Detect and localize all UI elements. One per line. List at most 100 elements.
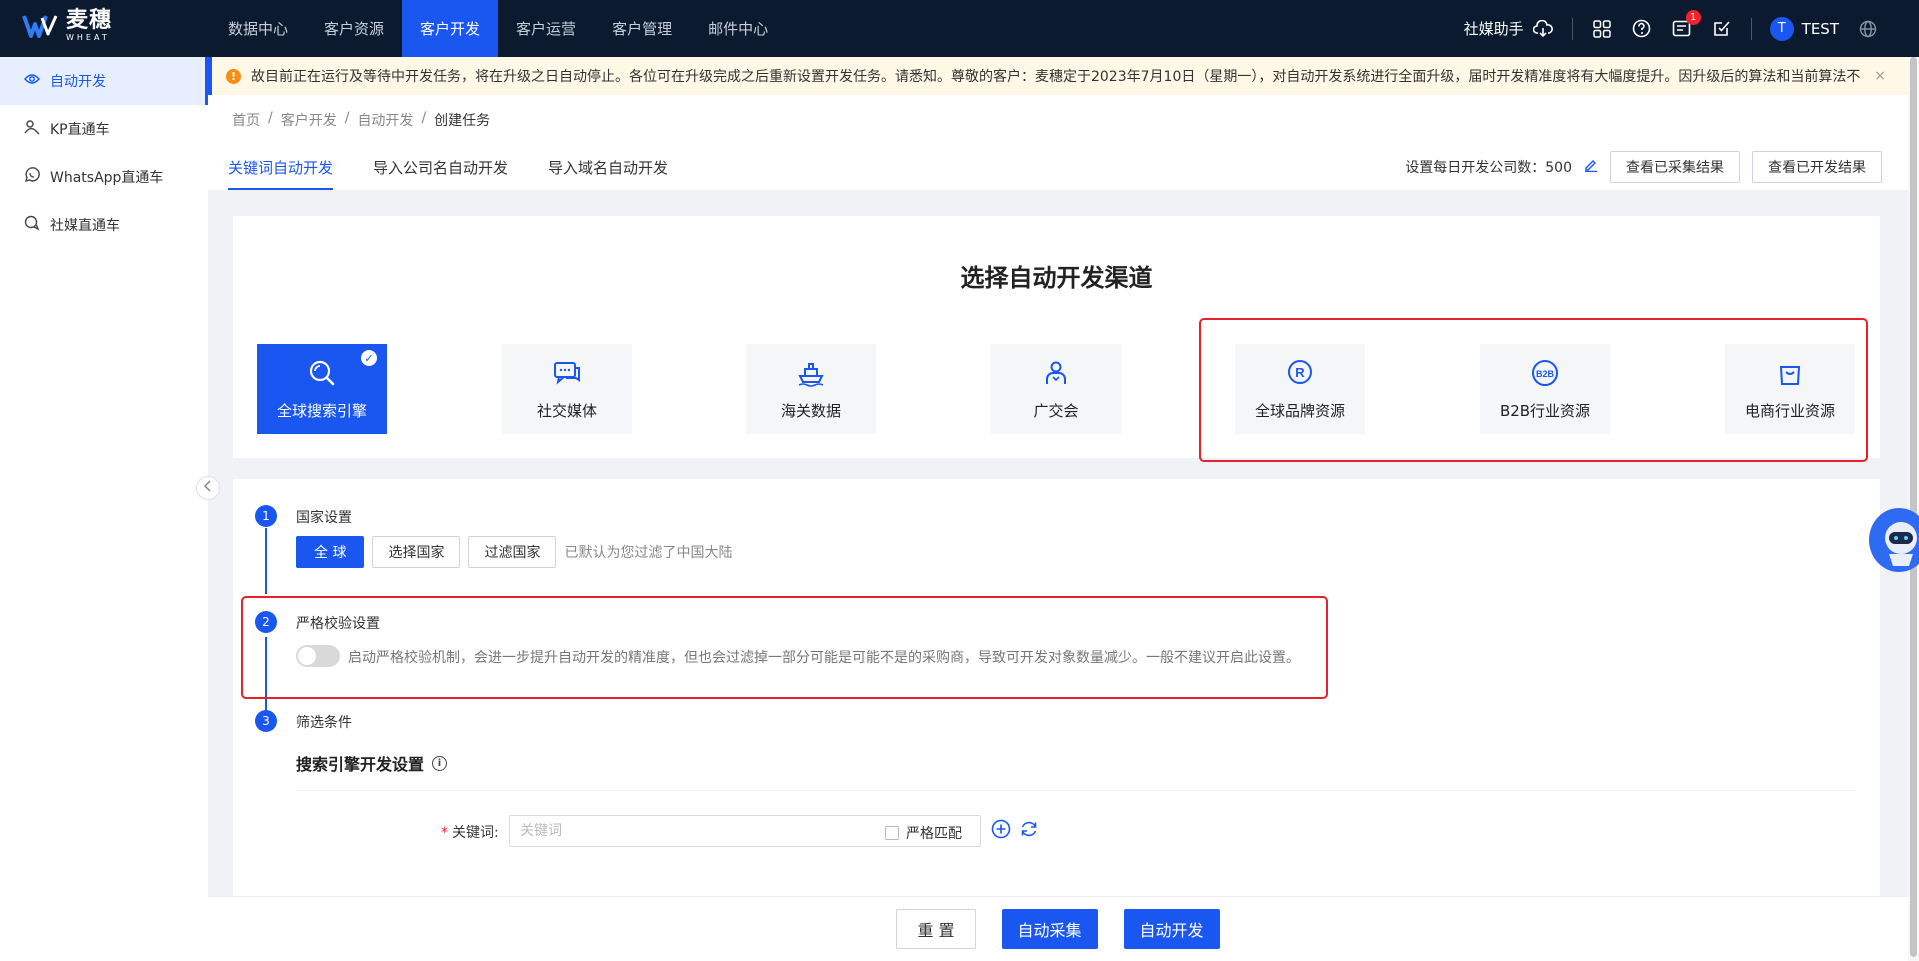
edit-check-icon[interactable] <box>1711 18 1733 40</box>
channel-customs-data[interactable]: 海关数据 <box>746 344 876 434</box>
channel-label: 全球搜索引擎 <box>276 401 367 420</box>
apps-grid-icon[interactable] <box>1591 18 1613 40</box>
view-collected-results-button[interactable]: 查看已采集结果 <box>1610 151 1740 183</box>
notice-text: 故目前正在运行及等待中开发任务，将在升级之日自动停止。各位可在升级完成之后重新设… <box>251 69 1861 85</box>
nav-item-customer-management[interactable]: 客户管理 <box>594 0 690 57</box>
strict-match-label: 严格匹配 <box>906 826 962 842</box>
edit-pencil-icon[interactable] <box>1584 158 1598 176</box>
radar-icon <box>24 71 40 91</box>
section-divider <box>296 790 1856 791</box>
channel-social-media[interactable]: 社交媒体 <box>502 344 632 434</box>
person-search-icon <box>24 119 40 139</box>
whatsapp-icon <box>24 167 40 187</box>
sidebar: 自动开发 KP直通车 WhatsApp直通车 社媒直通车 <box>0 57 208 961</box>
search-engine-settings-title: 搜索引擎开发设置 i <box>296 751 448 775</box>
avatar: T <box>1769 16 1794 41</box>
sidebar-item-whatsapp-express[interactable]: WhatsApp直通车 <box>0 153 208 201</box>
highlight-box-channels <box>1199 318 1868 462</box>
step-label-filter: 筛选条件 <box>296 715 352 731</box>
tab-import-company-auto-dev[interactable]: 导入公司名自动开发 <box>373 157 508 190</box>
channel-label: 社交媒体 <box>536 401 597 420</box>
user-menu[interactable]: T TEST <box>1769 16 1839 41</box>
dev-mode-tabs: 关键词自动开发 导入公司名自动开发 导入域名自动开发 <box>228 157 668 190</box>
select-country-button[interactable]: 选择国家 <box>372 536 461 568</box>
step-number: 1 <box>255 505 277 527</box>
top-nav-bar: 麦穗 WHEAT 数据中心 客户资源 客户开发 客户运营 客户管理 邮件中心 社… <box>0 0 1919 57</box>
check-icon: ✓ <box>361 350 377 366</box>
auto-develop-button[interactable]: 自动开发 <box>1123 909 1220 949</box>
refresh-icon[interactable] <box>1019 819 1039 843</box>
nav-item-data-center[interactable]: 数据中心 <box>210 0 306 57</box>
close-icon[interactable]: × <box>1874 68 1886 84</box>
help-icon[interactable] <box>1631 18 1653 40</box>
search-engine-icon <box>307 358 337 392</box>
username: TEST <box>1801 19 1839 38</box>
keyword-actions <box>991 819 1039 843</box>
social-chat-icon <box>552 358 582 392</box>
search-engine-settings-label: 搜索引擎开发设置 <box>296 755 425 774</box>
logo-text: 麦穗 <box>66 8 113 33</box>
tab-keyword-auto-dev[interactable]: 关键词自动开发 <box>228 157 334 190</box>
sidebar-collapse-button[interactable] <box>196 476 220 500</box>
daily-count-label: 设置每日开发公司数： <box>1405 160 1546 176</box>
globe-icon[interactable] <box>1857 18 1879 40</box>
warning-icon: ! <box>226 68 241 84</box>
channel-canton-fair[interactable]: 广交会 <box>991 344 1121 434</box>
step-number: 3 <box>255 710 277 732</box>
bottom-action-bar: 重 置 自动采集 自动开发 <box>208 896 1908 961</box>
channel-global-search-engine[interactable]: ✓ 全球搜索引擎 <box>257 344 387 434</box>
keyword-label: * 关键词: <box>441 822 499 842</box>
logo[interactable]: 麦穗 WHEAT <box>22 10 112 42</box>
filter-country-button[interactable]: 过滤国家 <box>468 536 557 568</box>
tab-import-domain-auto-dev[interactable]: 导入域名自动开发 <box>548 157 668 190</box>
cloud-download-icon <box>1532 18 1554 40</box>
sidebar-item-auto-development[interactable]: 自动开发 <box>0 57 208 105</box>
nav-item-customer-resources[interactable]: 客户资源 <box>306 0 402 57</box>
required-asterisk: * <box>441 825 448 841</box>
breadcrumb-item[interactable]: 客户开发 <box>281 110 337 130</box>
add-circle-icon[interactable] <box>991 819 1011 843</box>
breadcrumb-separator: / <box>268 110 273 126</box>
channel-label: 海关数据 <box>780 401 841 420</box>
notification-badge: 1 <box>1685 9 1701 25</box>
sidebar-item-kp-express[interactable]: KP直通车 <box>0 105 208 153</box>
step-label-country: 国家设置 <box>296 510 352 526</box>
channel-label: 广交会 <box>1033 401 1079 420</box>
social-assistant-button[interactable]: 社媒助手 <box>1464 18 1554 40</box>
main-nav: 数据中心 客户资源 客户开发 客户运营 客户管理 邮件中心 <box>210 0 786 57</box>
country-filter-hint: 已默认为您过滤了中国大陆 <box>564 545 733 561</box>
breadcrumb: 首页 / 客户开发 / 自动开发 / 创建任务 <box>232 110 490 130</box>
nav-item-mail-center[interactable]: 邮件中心 <box>690 0 786 57</box>
country-settings-row: 全 球 选择国家 过滤国家 已默认为您过滤了中国大陆 <box>296 536 732 568</box>
toolbar-divider <box>1750 17 1752 40</box>
daily-count-setting: 设置每日开发公司数：500 <box>1405 157 1572 177</box>
sidebar-item-label: 社媒直通车 <box>50 218 120 234</box>
sidebar-item-social-express[interactable]: 社媒直通车 <box>0 201 208 249</box>
toolbar-divider <box>1571 17 1573 40</box>
breadcrumb-separator: / <box>421 110 427 126</box>
breadcrumb-item[interactable]: 首页 <box>232 110 260 130</box>
global-button[interactable]: 全 球 <box>296 536 365 568</box>
sidebar-item-label: 自动开发 <box>50 74 106 90</box>
keyword-input[interactable] <box>520 823 880 839</box>
info-icon[interactable]: i <box>432 755 448 771</box>
reset-button[interactable]: 重 置 <box>896 909 976 949</box>
wheat-logo-icon <box>22 12 60 40</box>
view-developed-results-button[interactable]: 查看已开发结果 <box>1752 151 1882 183</box>
sidebar-item-label: WhatsApp直通车 <box>50 170 164 186</box>
nav-item-customer-development[interactable]: 客户开发 <box>402 0 499 57</box>
auto-collect-button[interactable]: 自动采集 <box>1001 909 1098 949</box>
highlight-box-strict-validation <box>241 596 1328 699</box>
sidebar-item-label: KP直通车 <box>50 122 110 138</box>
task-list-icon[interactable]: 1 <box>1671 9 1701 40</box>
daily-count-value: 500 <box>1545 160 1572 176</box>
top-right-toolbar: 社媒助手 1 T TEST <box>1464 0 1879 57</box>
channel-section-title: 选择自动开发渠道 <box>960 264 1153 292</box>
header-actions: 设置每日开发公司数：500 查看已采集结果 查看已开发结果 <box>1405 151 1882 183</box>
strict-match-checkbox[interactable]: 严格匹配 <box>885 823 962 843</box>
logo-subtext: WHEAT <box>66 33 110 42</box>
nav-item-customer-operations[interactable]: 客户运营 <box>498 0 594 57</box>
breadcrumb-separator: / <box>344 110 350 126</box>
scrollbar-thumb[interactable] <box>1910 57 1917 957</box>
breadcrumb-item[interactable]: 自动开发 <box>357 110 413 130</box>
